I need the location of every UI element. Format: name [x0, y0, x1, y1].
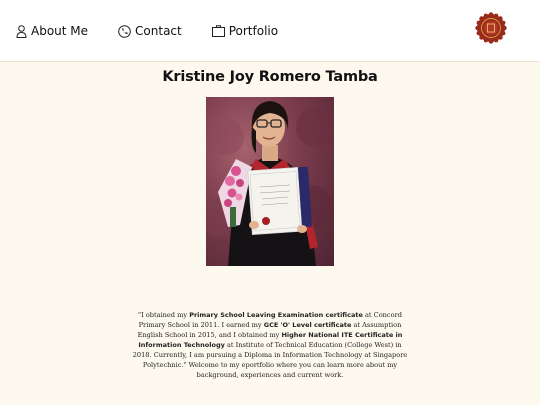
- phone-icon: [118, 24, 131, 38]
- seal-badge-icon[interactable]: [474, 11, 508, 45]
- nav-portfolio-label: Portfolio: [228, 24, 279, 38]
- page-title: Kristine Joy Romero Tamba: [162, 69, 378, 85]
- briefcase-icon: [211, 25, 225, 37]
- nav-contact[interactable]: Contact: [118, 24, 182, 38]
- nav-contact-label: Contact: [135, 24, 182, 38]
- nav-portfolio[interactable]: Portfolio: [211, 24, 279, 38]
- main-nav: About Me Contact Portfolio: [16, 24, 278, 38]
- nav-about-me-label: About Me: [31, 24, 89, 38]
- bio-bold-psle: Primary School Leaving Examination certi…: [189, 311, 363, 319]
- header-bar: About Me Contact Portfolio: [0, 0, 540, 62]
- person-icon: [16, 24, 27, 38]
- bio-text-1: "I obtained my: [138, 311, 190, 319]
- bio-bold-olevel: GCE 'O' Level certificate: [263, 321, 352, 329]
- bio-paragraph: "I obtained my Primary School Leaving Ex…: [130, 310, 410, 380]
- graduation-photo: [206, 97, 334, 266]
- nav-about-me[interactable]: About Me: [16, 24, 88, 38]
